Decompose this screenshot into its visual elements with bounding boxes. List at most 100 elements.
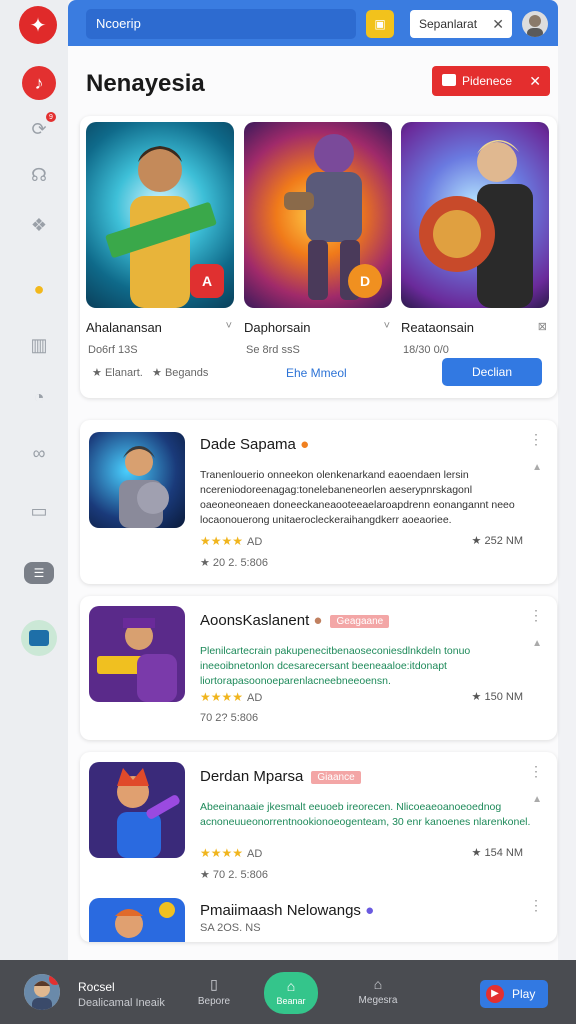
avatar[interactable] bbox=[24, 974, 60, 1010]
featured-name: Ahalanansan bbox=[86, 320, 162, 335]
rating-stars: ★★★★ AD bbox=[200, 534, 262, 548]
search-input[interactable]: Ncoerip bbox=[86, 9, 356, 39]
featured-card: A Ahalanansan ˅ Do6rf 13S D Daphorsain ˅… bbox=[80, 116, 557, 398]
app-logo-icon[interactable]: ✦ bbox=[19, 6, 57, 44]
list-item-title-text: Dade Sapama bbox=[200, 436, 296, 453]
tab-label: Megesra bbox=[358, 995, 398, 1006]
rating-value: AD bbox=[247, 848, 263, 860]
chevron-down-icon[interactable]: ˅ bbox=[226, 320, 232, 332]
link-icon[interactable]: ∞ bbox=[22, 436, 56, 470]
primary-action-button[interactable]: Pidenece ✕ bbox=[432, 66, 550, 96]
list-item-meta: SA 2OS. NS bbox=[200, 922, 261, 934]
game-thumbnail bbox=[89, 762, 185, 858]
user-subtitle: Dealicamal Ineaik bbox=[78, 997, 165, 1009]
play-label: Play bbox=[512, 987, 536, 1001]
list-item[interactable]: Dade Sapama ● ⋮ ▲ Tranenlouerio onneekon… bbox=[80, 420, 557, 584]
tab-messages[interactable]: ⌂ Megesra bbox=[348, 976, 408, 1006]
list-item[interactable]: AoonsKaslanent ● Geagaane ⋮ ▲ Plenilcarte… bbox=[80, 596, 557, 740]
home-icon: ⌂ bbox=[286, 978, 296, 994]
emoji-icon: ● bbox=[300, 436, 310, 453]
more-icon[interactable]: ⋮ bbox=[529, 898, 543, 912]
user-name: Rocsel bbox=[78, 980, 115, 994]
list-item-meta: ★ 70 2. 5:806 bbox=[200, 869, 268, 881]
filter-chip[interactable]: Sepanlarat ✕ bbox=[410, 10, 512, 38]
tab-label: Bepore bbox=[197, 996, 231, 1007]
featured-name: Reataonsain bbox=[401, 320, 474, 335]
list-item-title: Dade Sapama ● bbox=[200, 436, 309, 453]
list-item-title-text: AoonsKaslanent bbox=[200, 612, 310, 629]
meta-text: 70 2? 5:806 bbox=[200, 712, 259, 724]
close-icon[interactable]: ✕ bbox=[492, 10, 504, 38]
notifications-icon[interactable]: ⟳ 9 bbox=[22, 112, 56, 146]
featured-cta-button[interactable]: Declian bbox=[442, 358, 542, 386]
play-icon: ▶ bbox=[486, 985, 504, 1003]
list-item-count: ★ 252 NM bbox=[471, 535, 523, 547]
book-icon[interactable]: ▥ bbox=[22, 328, 56, 362]
primary-action-label: Pidenece bbox=[462, 74, 513, 88]
game-cover-image: D bbox=[244, 122, 392, 308]
gift-icon[interactable]: ❖ bbox=[22, 208, 56, 242]
stars: ★★★★ bbox=[200, 846, 244, 860]
stars: ★★★★ bbox=[200, 690, 244, 704]
list-item[interactable]: Derdan Mparsa Giaance ⋮ ▲ Abeeinanaaie jk… bbox=[80, 752, 557, 942]
game-thumbnail bbox=[89, 898, 185, 942]
lock-icon[interactable]: ▣ bbox=[366, 10, 394, 38]
more-icon[interactable]: ⋮ bbox=[529, 608, 543, 622]
screen-icon[interactable] bbox=[21, 620, 57, 656]
list-icon[interactable]: ☰ bbox=[24, 562, 54, 584]
pin-icon[interactable]: ● bbox=[22, 272, 56, 306]
filter-label: Sepanlarat bbox=[419, 17, 478, 31]
list-item-count: ★ 150 NM bbox=[471, 691, 523, 703]
featured-item[interactable]: D Daphorsain ˅ Se 8rd ssS bbox=[244, 122, 394, 356]
play-button[interactable]: ▶ Play bbox=[480, 980, 548, 1008]
main-panel: Nenayesia Pidenece ✕ A Ahalanansan ˅ Do6… bbox=[68, 46, 558, 960]
list-item-title: Derdan Mparsa Giaance bbox=[200, 768, 361, 785]
notification-badge: 9 bbox=[46, 112, 56, 122]
close-box-icon[interactable]: ⊠ bbox=[538, 320, 547, 333]
list-item-title-text: Derdan Mparsa bbox=[200, 768, 304, 785]
emoji-icon: ● bbox=[313, 612, 323, 629]
close-icon[interactable]: ✕ bbox=[529, 66, 541, 96]
palette-icon[interactable]: ◔ bbox=[22, 380, 56, 414]
card-icon[interactable]: ▭ bbox=[22, 494, 56, 528]
featured-sub: Se 8rd ssS bbox=[246, 344, 300, 356]
rating-value: AD bbox=[247, 536, 263, 548]
tab-active[interactable]: ⌂ Beanar bbox=[264, 972, 318, 1014]
video-icon bbox=[442, 74, 456, 86]
tab-explore[interactable]: ▯ Bepore bbox=[184, 976, 244, 1007]
rating-value: AD bbox=[247, 692, 263, 704]
featured-item[interactable]: A Ahalanansan ˅ Do6rf 13S bbox=[86, 122, 236, 356]
list-item-description: Tranenlouerio onneekon olenkenarkand eao… bbox=[200, 469, 515, 526]
list-item-title: Pmaiimaash Nelowangs ● bbox=[200, 902, 374, 919]
game-thumbnail bbox=[89, 606, 185, 702]
game-badge: A bbox=[190, 264, 224, 298]
more-icon[interactable]: ⋮ bbox=[529, 764, 543, 778]
featured-footer: ★ Elanart. ★ Begands bbox=[92, 366, 208, 379]
star-icon: ★ bbox=[92, 367, 102, 379]
tab-label: Beanar bbox=[276, 996, 306, 1006]
list-item-description: Abeeinanaaie jkesmalt eeuoeb ireorecen. … bbox=[200, 801, 531, 828]
stars: ★★★★ bbox=[200, 534, 244, 548]
list-item-title-text: Pmaiimaash Nelowangs bbox=[200, 902, 361, 919]
notification-badge bbox=[49, 974, 60, 985]
featured-sub: 18/30 0/0 bbox=[403, 344, 449, 356]
count-text: 150 NM bbox=[484, 691, 523, 703]
count-text: 252 NM bbox=[484, 535, 523, 547]
top-bar: Ncoerip ▣ Sepanlarat ✕ bbox=[68, 0, 558, 46]
list-item-meta: ★ 20 2. 5:806 bbox=[200, 557, 268, 569]
meta-text: 20 2. 5:806 bbox=[212, 557, 268, 569]
book-icon: ▯ bbox=[210, 976, 218, 992]
featured-link[interactable]: Ehe Mmeol bbox=[286, 366, 347, 380]
featured-name: Daphorsain bbox=[244, 320, 311, 335]
list-item-tag: Giaance bbox=[311, 770, 361, 784]
page-title: Nenayesia bbox=[86, 70, 205, 97]
footer-label: Begands bbox=[164, 367, 209, 379]
meta-text: 70 2. 5:806 bbox=[212, 869, 268, 881]
chevron-down-icon[interactable]: ˅ bbox=[384, 320, 390, 332]
footer-label: Elanart. bbox=[104, 367, 143, 379]
featured-item[interactable]: Reataonsain ⊠ 18/30 0/0 bbox=[401, 122, 551, 356]
music-icon[interactable]: ♪ bbox=[22, 66, 56, 100]
avatar[interactable] bbox=[522, 11, 548, 37]
headphones-icon[interactable]: ☊ bbox=[22, 158, 56, 192]
more-icon[interactable]: ⋮ bbox=[529, 432, 543, 446]
